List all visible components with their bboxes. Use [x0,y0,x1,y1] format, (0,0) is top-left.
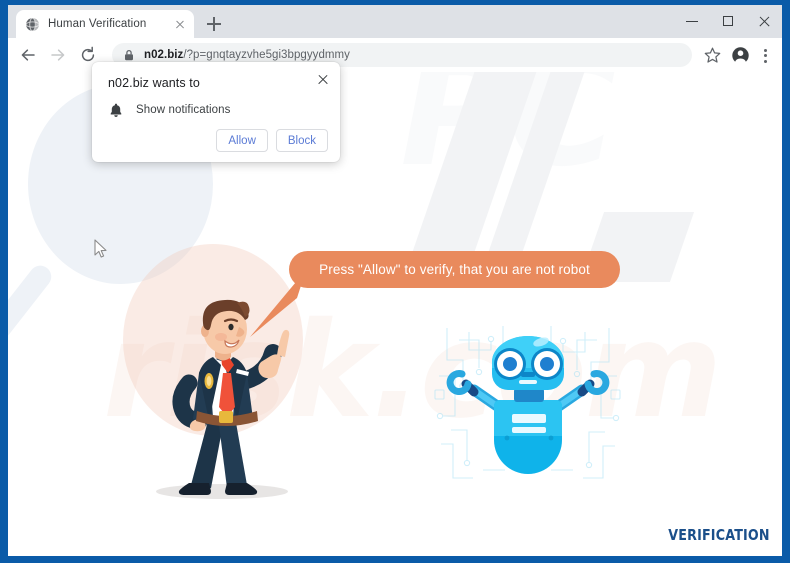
forward-icon[interactable] [44,41,72,69]
dialog-buttons: Allow Block [216,129,328,152]
url-path: /?p=gnqtayzvhe5gi3bpgyydmmy [183,49,350,61]
dialog-title: n02.biz wants to [108,76,200,90]
block-button[interactable]: Block [275,129,328,152]
lock-icon [122,48,136,62]
verification-label: VERIFICATION [668,526,770,544]
robot-illustration [446,336,610,474]
speech-bubble: Press "Allow" to verify, that you are no… [289,251,620,288]
close-window-button[interactable] [746,5,782,38]
new-tab-button[interactable] [201,11,227,37]
window-controls [674,5,782,38]
tab-strip: Human Verification [8,5,782,38]
bell-icon [108,102,124,118]
minimize-button[interactable] [674,5,710,38]
notification-permission-dialog: n02.biz wants to Show notifications Allo… [92,62,340,162]
three-dot-menu-icon[interactable] [754,42,776,69]
tab-title: Human Verification [48,18,147,30]
mouse-cursor [94,239,107,258]
star-icon[interactable] [699,42,726,69]
close-dialog-icon[interactable] [314,70,332,88]
tab-human-verification[interactable]: Human Verification [16,10,194,38]
maximize-button[interactable] [710,5,746,38]
close-tab-icon[interactable] [172,16,188,32]
chrome-browser: Human Verification n02.biz/?p=gnqtayzvhe… [8,5,782,556]
back-icon[interactable] [14,41,42,69]
browser-window-screenshot: Human Verification n02.biz/?p=gnqtayzvhe… [0,0,790,563]
url-text: n02.biz/?p=gnqtayzvhe5gi3bpgyydmmy [144,49,350,61]
pointing-businessman-illustration [172,299,290,495]
permission-row: Show notifications [108,102,324,118]
url-domain: n02.biz [144,49,184,61]
magnifying-glass-handle [8,261,56,343]
account-avatar-icon[interactable] [727,42,754,69]
permission-label: Show notifications [136,104,231,116]
allow-button[interactable]: Allow [216,129,268,152]
globe-icon [25,17,40,32]
speech-bubble-text: Press "Allow" to verify, that you are no… [319,262,590,277]
